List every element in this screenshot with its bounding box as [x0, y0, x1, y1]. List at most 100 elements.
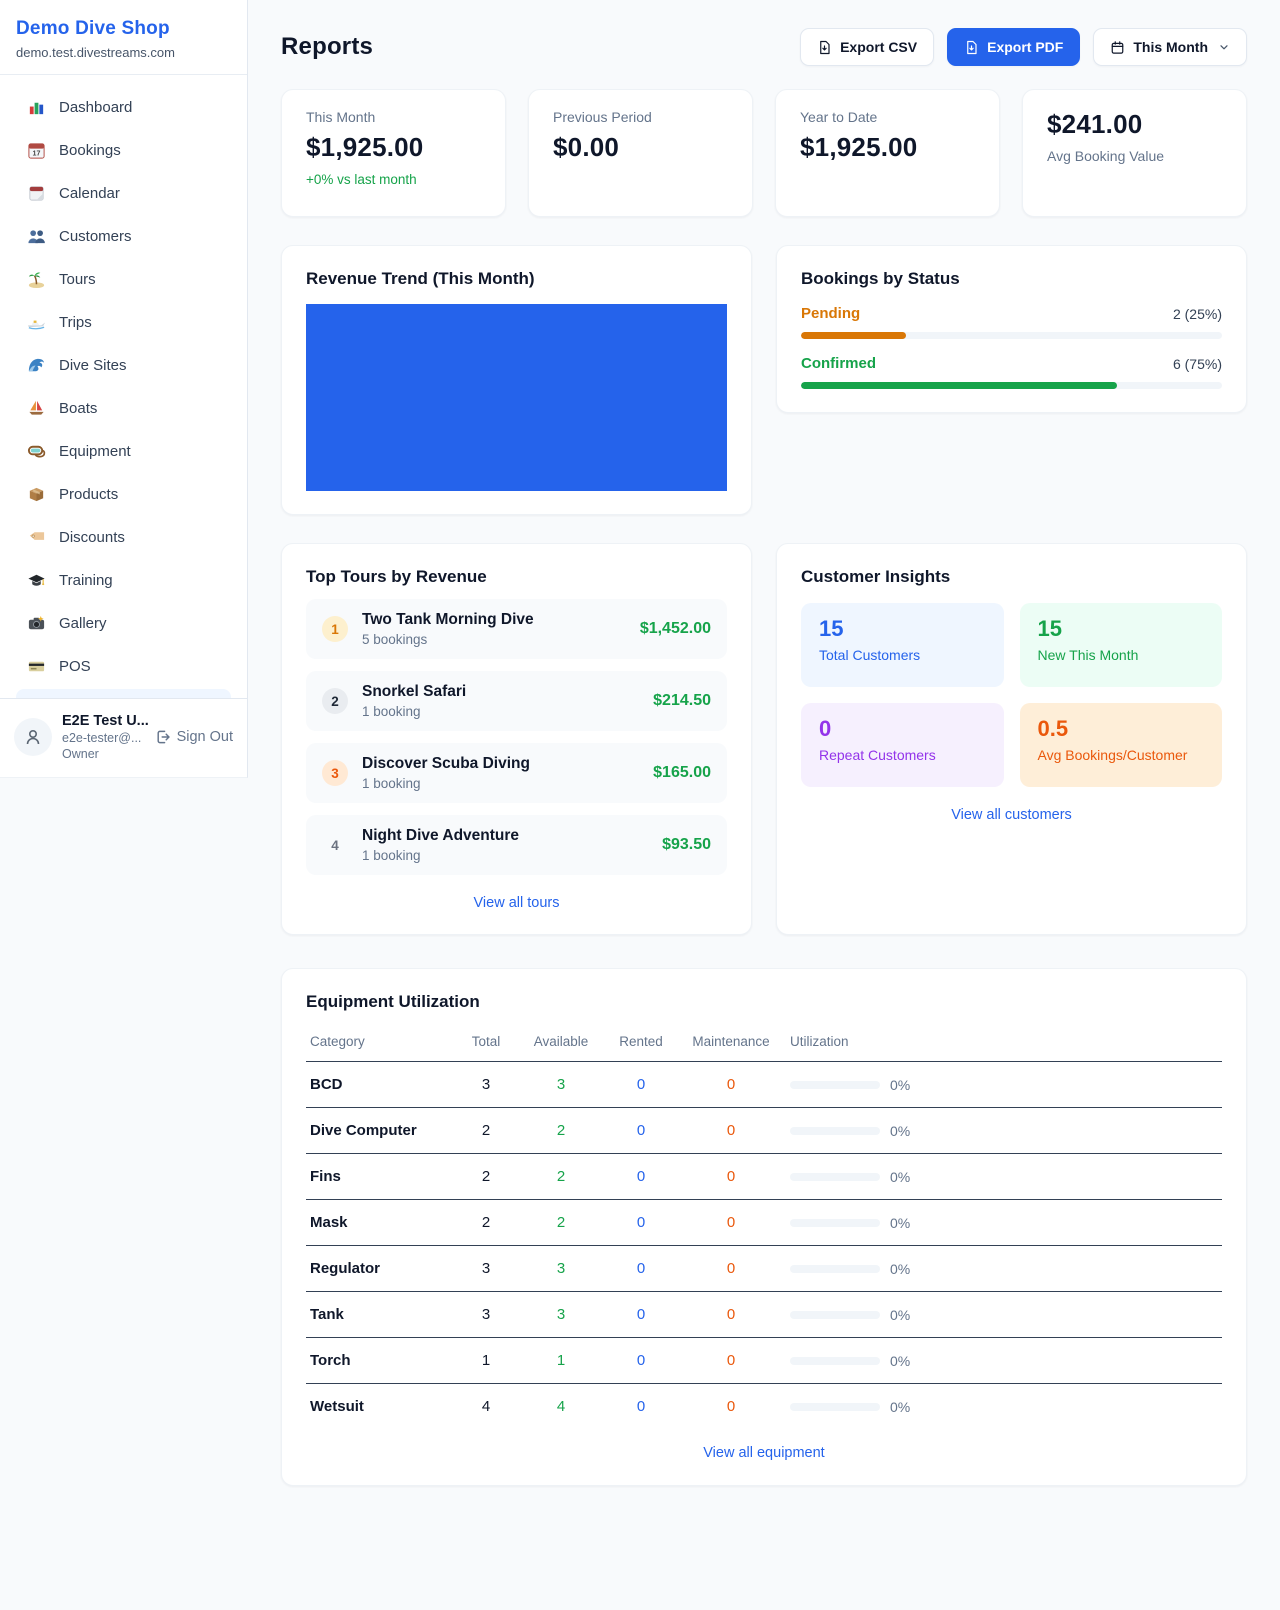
tour-row[interactable]: 1 Two Tank Morning Dive 5 bookings $1,45… [306, 599, 727, 659]
sign-out-button[interactable]: Sign Out [155, 729, 233, 745]
period-label: This Month [1133, 39, 1208, 55]
tile-value: 0 [819, 716, 986, 742]
equipment-utilization: 0% [786, 1200, 1222, 1246]
equipment-category: Fins [306, 1154, 456, 1200]
rank-badge: 2 [322, 688, 348, 714]
equipment-rented: 0 [606, 1154, 676, 1200]
sidebar-item-gallery[interactable]: Gallery [16, 603, 231, 643]
bookings-by-status-title: Bookings by Status [801, 269, 1222, 289]
table-row: Dive Computer 2 2 0 0 0% [306, 1108, 1222, 1154]
status-progress-track [801, 382, 1222, 389]
tile-value: 0.5 [1038, 716, 1205, 742]
sidebar-item-label: Bookings [59, 142, 121, 159]
file-download-icon [817, 40, 832, 55]
view-all-tours-link[interactable]: View all tours [306, 895, 727, 911]
view-all-equipment-link[interactable]: View all equipment [306, 1445, 1222, 1461]
sidebar-item-reports-partial[interactable] [16, 689, 231, 698]
utilization-bar [790, 1311, 880, 1319]
tour-row[interactable]: 4 Night Dive Adventure 1 booking $93.50 [306, 815, 727, 875]
equipment-rented: 0 [606, 1384, 676, 1430]
user-icon [23, 727, 43, 747]
wave-icon [26, 355, 46, 375]
view-all-customers-link[interactable]: View all customers [801, 807, 1222, 823]
customer-insights-card: Customer Insights 15 Total Customers 15 … [776, 543, 1247, 935]
top-tours-card: Top Tours by Revenue 1 Two Tank Morning … [281, 543, 752, 935]
header-actions: Export CSV Export PDF This Month [800, 28, 1247, 66]
sign-out-label: Sign Out [177, 729, 233, 745]
sidebar-item-tours[interactable]: Tours [16, 259, 231, 299]
export-csv-button[interactable]: Export CSV [800, 28, 934, 66]
equipment-total: 2 [456, 1200, 516, 1246]
equipment-maintenance: 0 [676, 1384, 786, 1430]
shop-domain: demo.test.divestreams.com [16, 45, 231, 60]
utilization-bar [790, 1127, 880, 1135]
avatar [14, 718, 52, 756]
tour-name: Snorkel Safari [362, 683, 639, 701]
tile-value: 15 [819, 616, 986, 642]
stat-card-year-to-date: Year to Date $1,925.00 [775, 89, 1000, 217]
stat-card-this-month: This Month $1,925.00 +0% vs last month [281, 89, 506, 217]
user-meta: E2E Test U... e2e-tester@... Owner [62, 713, 145, 761]
tile-label: New This Month [1038, 647, 1205, 663]
palm-island-icon [26, 269, 46, 289]
app-root: Demo Dive Shop demo.test.divestreams.com… [0, 0, 1280, 1526]
sidebar-item-label: Discounts [59, 529, 125, 546]
sidebar-item-dive-sites[interactable]: Dive Sites [16, 345, 231, 385]
stat-card-avg-booking-value: $241.00 Avg Booking Value [1022, 89, 1247, 217]
sidebar-item-label: Products [59, 486, 118, 503]
sidebar-item-products[interactable]: Products [16, 474, 231, 514]
sidebar-item-training[interactable]: Training [16, 560, 231, 600]
equipment-category: Dive Computer [306, 1108, 456, 1154]
tear-calendar-icon [26, 183, 46, 203]
utilization-bar [790, 1173, 880, 1181]
table-row: Mask 2 2 0 0 0% [306, 1200, 1222, 1246]
equipment-category: BCD [306, 1062, 456, 1108]
shop-name[interactable]: Demo Dive Shop [16, 18, 231, 40]
tour-row[interactable]: 2 Snorkel Safari 1 booking $214.50 [306, 671, 727, 731]
sidebar-item-calendar[interactable]: Calendar [16, 173, 231, 213]
equipment-maintenance: 0 [676, 1062, 786, 1108]
tour-row[interactable]: 3 Discover Scuba Diving 1 booking $165.0… [306, 743, 727, 803]
user-name: E2E Test U... [62, 713, 145, 729]
insight-tile-repeat-customers: 0 Repeat Customers [801, 703, 1004, 787]
sidebar-item-pos[interactable]: POS [16, 646, 231, 686]
sidebar-item-dashboard[interactable]: Dashboard [16, 87, 231, 127]
sidebar-item-trips[interactable]: Trips [16, 302, 231, 342]
tour-name: Two Tank Morning Dive [362, 611, 626, 629]
equipment-maintenance: 0 [676, 1108, 786, 1154]
utilization-bar [790, 1265, 880, 1273]
sidebar-item-customers[interactable]: Customers [16, 216, 231, 256]
equipment-utilization: 0% [786, 1246, 1222, 1292]
equipment-available: 2 [516, 1200, 606, 1246]
equipment-rented: 0 [606, 1108, 676, 1154]
equipment-available: 3 [516, 1292, 606, 1338]
sidebar-item-boats[interactable]: Boats [16, 388, 231, 428]
sidebar-item-bookings[interactable]: 17 Bookings [16, 130, 231, 170]
equipment-maintenance: 0 [676, 1338, 786, 1384]
equipment-total: 4 [456, 1384, 516, 1430]
stat-label: Year to Date [800, 109, 975, 125]
customer-insights-title: Customer Insights [801, 567, 1222, 587]
utilization-bar [790, 1403, 880, 1411]
tile-label: Total Customers [819, 647, 986, 663]
column-header: Category [306, 1026, 456, 1062]
equipment-utilization: 0% [786, 1108, 1222, 1154]
sidebar-item-discounts[interactable]: Discounts [16, 517, 231, 557]
equipment-available: 3 [516, 1062, 606, 1108]
file-download-icon [964, 40, 979, 55]
equipment-available: 2 [516, 1108, 606, 1154]
column-header: Utilization [786, 1026, 1222, 1062]
equipment-category: Mask [306, 1200, 456, 1246]
export-pdf-button[interactable]: Export PDF [947, 28, 1080, 66]
top-tours-title: Top Tours by Revenue [306, 567, 727, 587]
revenue-trend-title: Revenue Trend (This Month) [306, 269, 727, 289]
charts-row: Revenue Trend (This Month) Bookings by S… [281, 245, 1247, 515]
sidebar-item-equipment[interactable]: Equipment [16, 431, 231, 471]
tile-value: 15 [1038, 616, 1205, 642]
table-row: Tank 3 3 0 0 0% [306, 1292, 1222, 1338]
sidebar-nav: Dashboard 17 Bookings Calendar Customers [0, 75, 247, 698]
period-select[interactable]: This Month [1093, 28, 1247, 66]
equipment-available: 1 [516, 1338, 606, 1384]
sailboat-icon [26, 398, 46, 418]
bar-chart-icon [26, 97, 46, 117]
